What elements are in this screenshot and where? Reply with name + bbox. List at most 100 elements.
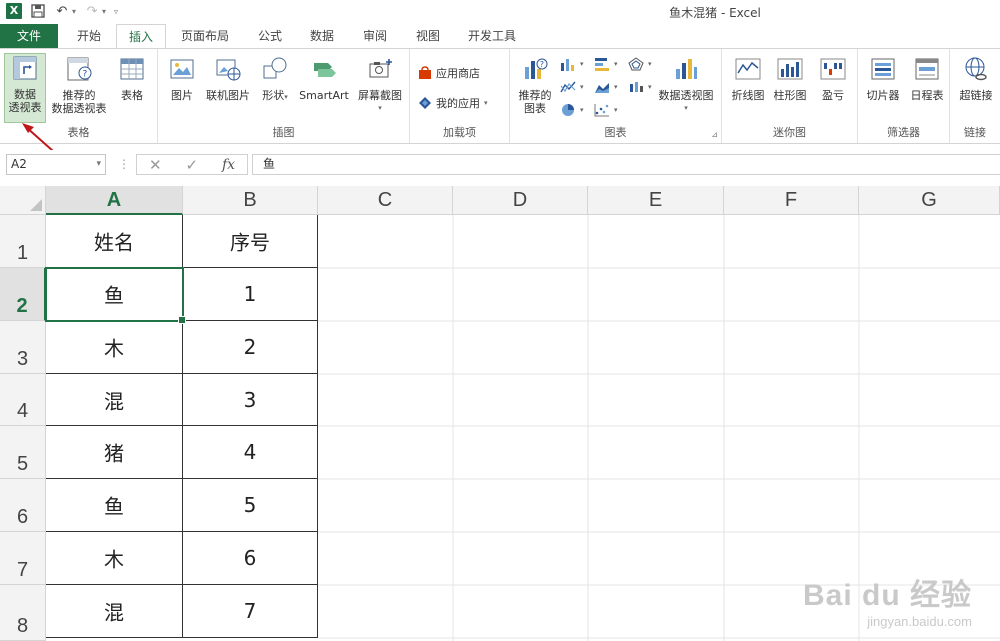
area-chart-icon: [595, 83, 609, 93]
online-pictures-button[interactable]: 联机图片: [202, 55, 254, 102]
insert-function-icon[interactable]: fx: [222, 157, 235, 173]
pivot-table-label-2: 透视表: [8, 101, 42, 114]
watermark-brand: Bai du 经验: [802, 579, 972, 612]
cell-a3[interactable]: 木: [46, 321, 183, 374]
cell-b1[interactable]: 序号: [183, 215, 318, 268]
cell-b6[interactable]: 5: [183, 479, 318, 532]
cell-b4[interactable]: 3: [183, 374, 318, 426]
column-header-c[interactable]: C: [318, 186, 453, 215]
select-all-button[interactable]: [0, 186, 46, 215]
sparkline-winloss-icon: [820, 58, 846, 80]
screenshot-button[interactable]: 屏幕截图 ▾: [354, 55, 406, 115]
slicer-label: 切片器: [866, 89, 900, 102]
picture-icon: [170, 59, 194, 79]
column-header-f[interactable]: F: [724, 186, 859, 215]
row-header-4[interactable]: 4: [0, 374, 46, 426]
store-label: 应用商店: [436, 67, 480, 80]
timeline-button[interactable]: 日程表: [906, 55, 948, 102]
row-header-6[interactable]: 6: [0, 479, 46, 532]
tab-formulas[interactable]: 公式: [248, 24, 292, 49]
shapes-label: 形状▾: [262, 89, 288, 102]
enter-icon[interactable]: ✓: [185, 156, 198, 174]
cell-a8[interactable]: 混: [46, 585, 183, 638]
pie-chart-icon: [562, 104, 574, 116]
row-header-1[interactable]: 1: [0, 215, 46, 268]
group-filters-label: 筛选器: [887, 126, 920, 139]
stock-chart-type-button[interactable]: ▾: [628, 80, 652, 94]
tab-developer[interactable]: 开发工具: [460, 24, 524, 49]
pictures-button[interactable]: 图片: [164, 55, 200, 102]
column-header-g[interactable]: G: [859, 186, 1000, 215]
smartart-button[interactable]: SmartArt: [296, 55, 352, 102]
column-header-b[interactable]: B: [183, 186, 318, 215]
scatter-chart-type-button[interactable]: ▾: [594, 103, 618, 117]
cell-b3[interactable]: 2: [183, 321, 318, 374]
table-button[interactable]: 表格: [112, 55, 152, 102]
cell-b2[interactable]: 1: [183, 268, 318, 321]
row-header-8[interactable]: 8: [0, 585, 46, 641]
row-header-2[interactable]: 2: [0, 268, 46, 321]
group-illustrations: 图片 联机图片 形状▾ SmartArt 屏幕截图 ▾ 插图: [158, 49, 410, 143]
name-box[interactable]: A2 ▾: [6, 154, 106, 175]
my-apps-dropdown-icon[interactable]: ▾: [484, 99, 488, 107]
pivot-chart-dropdown-icon[interactable]: ▾: [654, 102, 718, 115]
name-box-dropdown-icon[interactable]: ▾: [96, 155, 101, 174]
pie-chart-type-button[interactable]: ▾: [560, 103, 584, 117]
cell-a4[interactable]: 混: [46, 374, 183, 426]
store-button[interactable]: 应用商店: [418, 65, 480, 81]
sparkline-column-button[interactable]: 柱形图: [770, 55, 810, 102]
smartart-icon: [314, 63, 336, 77]
cell-a5[interactable]: 猪: [46, 426, 183, 479]
name-box-value: A2: [11, 157, 27, 171]
cancel-icon[interactable]: ✕: [149, 156, 162, 174]
cell-b8[interactable]: 7: [183, 585, 318, 638]
online-pictures-label: 联机图片: [206, 89, 250, 102]
column-header-e[interactable]: E: [588, 186, 724, 215]
cell-a7[interactable]: 木: [46, 532, 183, 585]
cell-b7[interactable]: 6: [183, 532, 318, 585]
my-apps-button[interactable]: 我的应用 ▾: [418, 95, 488, 111]
recommended-charts-button[interactable]: ? 推荐的 图表: [514, 55, 556, 115]
sparkline-line-label: 折线图: [731, 89, 765, 102]
pictures-label: 图片: [171, 89, 193, 102]
pivot-chart-button[interactable]: 数据透视图 ▾: [654, 55, 718, 115]
tab-home[interactable]: 开始: [64, 24, 114, 49]
row-header-7[interactable]: 7: [0, 532, 46, 585]
tab-insert[interactable]: 插入: [116, 24, 166, 49]
smartart-label: SmartArt: [299, 89, 349, 102]
group-links: 超链接 链接: [950, 49, 1000, 143]
pivot-table-icon: [13, 56, 37, 80]
column-header-d[interactable]: D: [453, 186, 588, 215]
shapes-button[interactable]: 形状▾: [256, 55, 294, 104]
formula-buttons: ✕ ✓ fx: [136, 154, 248, 175]
area-chart-type-button[interactable]: ▾: [594, 80, 618, 94]
recommended-pivot-icon: ?: [67, 57, 92, 81]
cell-a6[interactable]: 鱼: [46, 479, 183, 532]
radar-chart-type-button[interactable]: ▾: [628, 57, 652, 71]
tab-data[interactable]: 数据: [300, 24, 344, 49]
recommended-pivot-button[interactable]: ? 推荐的 数据透视表: [48, 55, 110, 115]
tab-file[interactable]: 文件: [0, 24, 58, 49]
row-header-3[interactable]: 3: [0, 321, 46, 374]
line-chart-type-button[interactable]: ▾: [560, 80, 584, 94]
tab-view[interactable]: 视图: [406, 24, 450, 49]
sparkline-column-label: 柱形图: [773, 89, 807, 102]
screenshot-dropdown-icon[interactable]: ▾: [354, 102, 406, 115]
tab-page-layout[interactable]: 页面布局: [172, 24, 238, 49]
pivot-table-button[interactable]: 数据 透视表: [4, 53, 46, 123]
tab-review[interactable]: 审阅: [353, 24, 397, 49]
slicer-button[interactable]: 切片器: [862, 55, 904, 102]
bar-chart-type-button[interactable]: ▾: [594, 57, 618, 71]
column-header-a[interactable]: A: [46, 186, 183, 215]
hyperlink-button[interactable]: 超链接: [954, 55, 998, 102]
row-header-5[interactable]: 5: [0, 426, 46, 479]
sparkline-winloss-button[interactable]: 盈亏: [814, 55, 852, 102]
formula-bar-grip-icon: ⋮: [118, 157, 130, 171]
cell-b5[interactable]: 4: [183, 426, 318, 479]
column-chart-type-button[interactable]: ▾: [560, 57, 584, 71]
cell-a1[interactable]: 姓名: [46, 215, 183, 268]
formula-input[interactable]: 鱼: [252, 154, 1000, 175]
screenshot-label: 屏幕截图: [358, 89, 402, 102]
sparkline-line-button[interactable]: 折线图: [728, 55, 768, 102]
svg-text:?: ?: [540, 60, 544, 69]
